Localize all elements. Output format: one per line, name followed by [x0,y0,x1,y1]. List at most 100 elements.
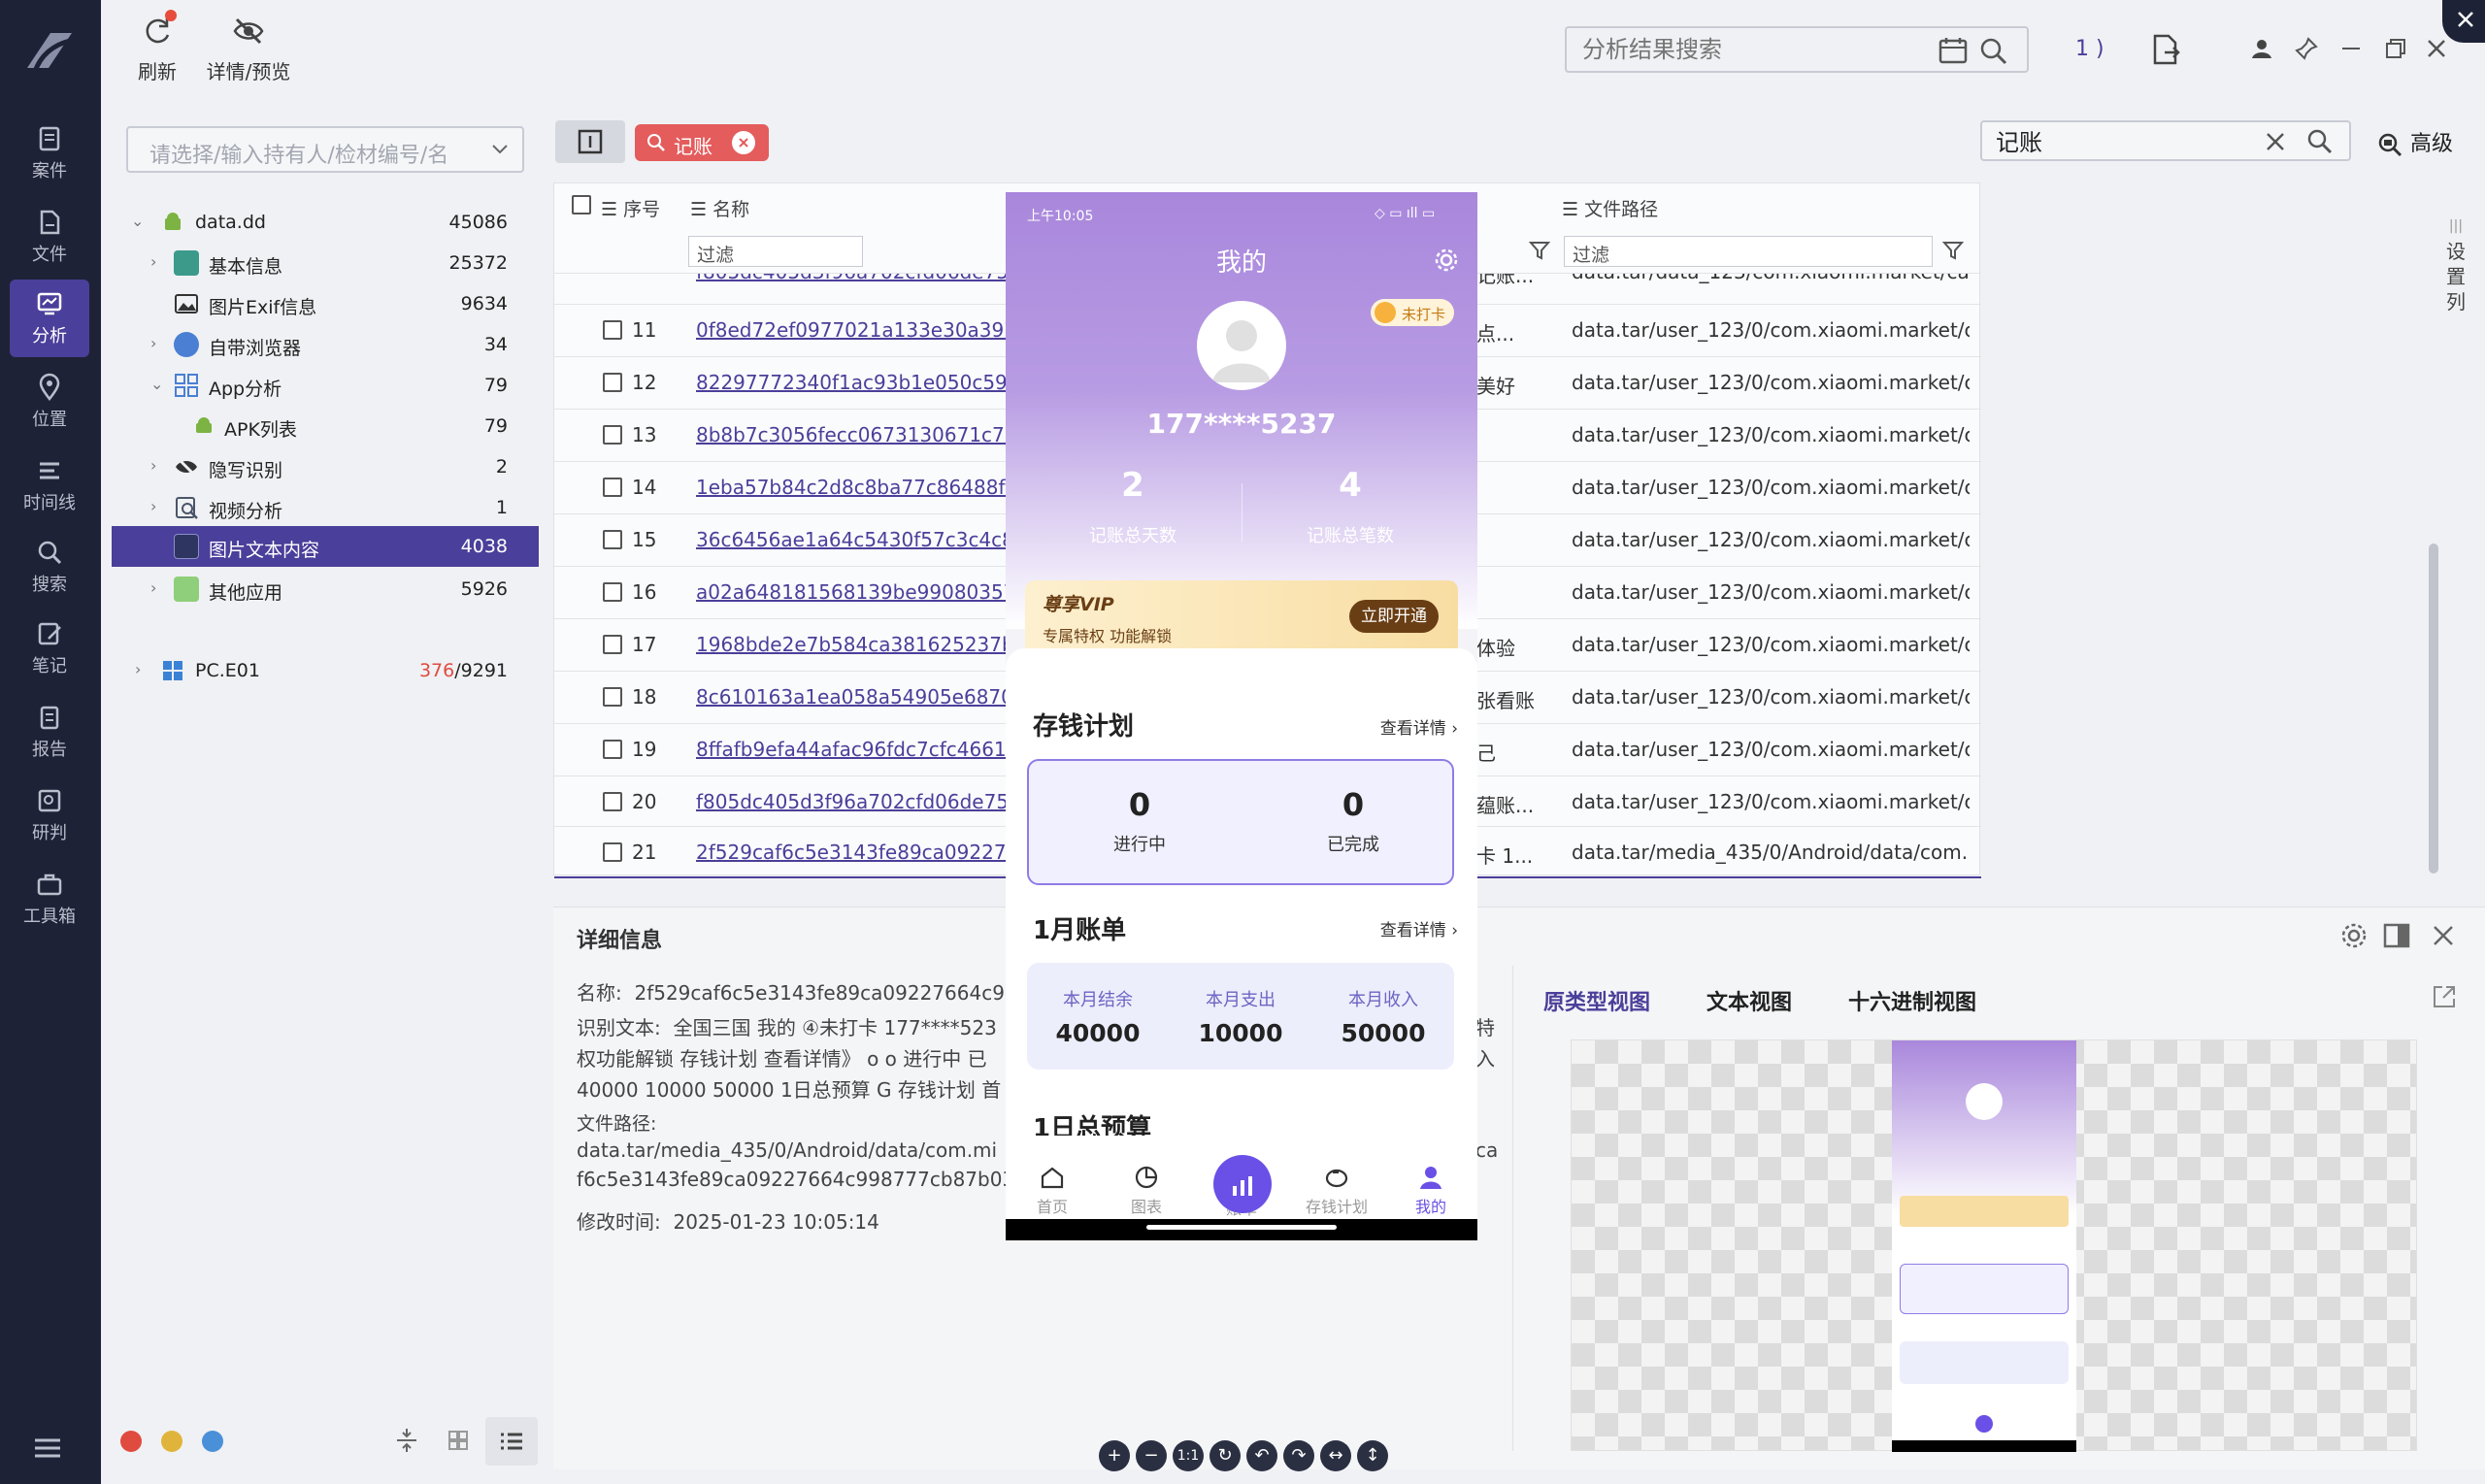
zoom-in-button[interactable]: + [1099,1440,1130,1471]
tree-item-app-analysis[interactable]: ⌄ App分析 79 [112,365,539,406]
pin-icon[interactable] [2295,37,2318,60]
analysis-search[interactable] [1565,26,2029,73]
evidence-select[interactable]: 请选择/输入持有人/检材编号/名 [126,126,524,173]
nav-item-file[interactable]: 文件 [10,198,89,276]
tree-item-apk-list[interactable]: APK列表 79 [112,406,539,446]
row-checkbox[interactable] [603,792,622,811]
tree-item-pc-e01[interactable]: › PC.E01 376/9291 [112,650,539,691]
row-name[interactable]: 8ffafb9efa44afac96fdc7cfc4661f4b [696,738,1016,761]
monthly-bill-card[interactable]: 本月结余 40000 本月支出 10000 本月收入 50000 [1027,963,1454,1070]
tab-mine[interactable]: 我的 [1384,1165,1477,1217]
nav-item-search[interactable]: 搜索 [10,528,89,606]
row-checkbox[interactable] [603,842,622,862]
row-name[interactable]: f805dc405d3f96a702cfd06de7579 [696,274,1016,283]
status-dot-red[interactable] [120,1431,142,1452]
row-checkbox[interactable] [603,687,622,707]
row-checkbox[interactable] [603,635,622,654]
refresh-button[interactable]: 刷新 [136,10,179,84]
savings-plan-card[interactable]: 0 进行中 0 已完成 [1027,759,1454,885]
row-name[interactable]: 82297772340f1ac93b1e050c597fa [696,371,1016,394]
filter-icon[interactable] [1529,240,1550,261]
collapse-icon[interactable] [394,1427,419,1454]
split-view-icon[interactable] [2382,921,2411,950]
detail-preview-button[interactable]: 详情/预览 [200,14,297,84]
chevron-down-icon[interactable]: ⌄ [131,212,144,230]
table-search-input[interactable] [1996,126,2238,153]
flip-horizontal-button[interactable]: ↔ [1320,1440,1351,1471]
tree-item-video[interactable]: › 视频分析 1 [112,487,539,528]
column-settings-button[interactable]: ||| 设置列 [2442,214,2469,314]
nav-item-analysis[interactable]: 分析 [10,280,89,357]
row-name[interactable]: 1eba57b84c2d8c8ba77c86488fbc0 [696,476,1016,499]
avatar[interactable] [1197,301,1286,390]
close-window-icon[interactable] [2425,37,2448,60]
status-dot-yellow[interactable] [161,1431,182,1452]
gear-icon[interactable] [1433,247,1460,274]
row-checkbox[interactable] [603,425,622,445]
status-dot-blue[interactable] [202,1431,223,1452]
row-name[interactable]: 8c610163a1ea058a54905e6870c4 [696,685,1016,709]
page-indicator[interactable]: 1 ) [2075,37,2104,61]
tab-savings[interactable]: 存钱计划 [1290,1165,1383,1217]
bill-fab[interactable] [1213,1155,1272,1213]
menu-icon[interactable] [33,1436,62,1460]
nav-item-toolbox[interactable]: 工具箱 [10,860,89,938]
tree-item-browser[interactable]: › 自带浏览器 34 [112,324,539,365]
nav-item-location[interactable]: 位置 [10,363,89,441]
filter-icon[interactable] [1942,240,1964,261]
table-scrollbar[interactable] [2429,544,2438,874]
bill-more-link[interactable]: 查看详情 › [1380,916,1458,940]
name-filter-input[interactable]: 过滤 [688,236,863,267]
calendar-icon[interactable] [1938,36,1969,65]
nav-item-judge[interactable]: 研判 [10,776,89,854]
flip-vertical-button[interactable]: ↕ [1357,1440,1388,1471]
nav-item-timeline[interactable]: 时间线 [10,446,89,524]
tab-text-view[interactable]: 文本视图 [1706,985,1792,1016]
search-icon[interactable] [2306,128,2334,155]
nav-item-report[interactable]: 报告 [10,693,89,771]
clear-icon[interactable] [2264,130,2287,153]
chevron-right-icon[interactable]: › [150,497,156,515]
remove-tag-button[interactable] [732,131,755,154]
row-checkbox[interactable] [603,373,622,392]
col-name-header[interactable]: ☰ 名称 [690,195,749,221]
tree-item-data-dd[interactable]: ⌄ data.dd 45086 [112,202,539,243]
tree-item-basic-info[interactable]: › 基本信息 25372 [112,243,539,283]
search-tag-chip[interactable]: 记账 [635,124,769,161]
tab-count-button[interactable] [555,120,625,163]
search-icon[interactable] [1978,36,2009,65]
tab-chart[interactable]: 图表 [1100,1165,1193,1217]
chevron-down-icon[interactable]: ⌄ [150,375,163,393]
col-seq-header[interactable]: ☰ 序号 [601,195,660,221]
row-name[interactable]: f805dc405d3f96a702cfd06de75797 [696,790,1016,813]
tree-item-exif[interactable]: 图片Exif信息 9634 [112,283,539,324]
table-search[interactable] [1980,120,2351,161]
vip-banner[interactable]: 尊享VIP 专属特权 功能解锁 立即开通 [1025,580,1458,656]
tree-item-image-text[interactable]: 图片文本内容 4038 [112,526,539,567]
row-name[interactable]: 1968bde2e7b584ca381625237b42 [696,633,1016,656]
tree-item-other-apps[interactable]: › 其他应用 5926 [112,569,539,610]
plan-more-link[interactable]: 查看详情 › [1380,714,1458,739]
minimize-icon[interactable] [2339,37,2363,60]
tab-original-view[interactable]: 原类型视图 [1543,985,1650,1016]
row-name[interactable]: a02a648181568139be990803576a [696,580,1016,604]
chevron-right-icon[interactable]: › [135,660,141,678]
row-checkbox[interactable] [603,530,622,549]
row-name[interactable]: 0f8ed72ef0977021a133e30a3976e [696,318,1016,342]
modal-close-button[interactable] [2442,0,2485,43]
chevron-right-icon[interactable]: › [150,334,156,352]
chevron-right-icon[interactable]: › [150,456,156,475]
list-view-button[interactable] [485,1417,538,1466]
row-checkbox[interactable] [603,582,622,602]
grid-view-icon[interactable] [447,1429,470,1452]
nav-item-note[interactable]: 笔记 [10,610,89,687]
gear-icon[interactable] [2339,921,2369,950]
restore-icon[interactable] [2384,37,2407,60]
rotate-right-button[interactable]: ↷ [1283,1440,1314,1471]
row-name[interactable]: 2f529caf6c5e3143fe89ca09227664 [696,841,1016,864]
rotate-left-button[interactable]: ↶ [1246,1440,1277,1471]
zoom-out-button[interactable]: − [1136,1440,1167,1471]
advanced-search-button[interactable]: 高级 [2376,126,2453,158]
tab-home[interactable]: 首页 [1006,1165,1099,1217]
actual-size-button[interactable]: 1:1 [1173,1440,1204,1471]
